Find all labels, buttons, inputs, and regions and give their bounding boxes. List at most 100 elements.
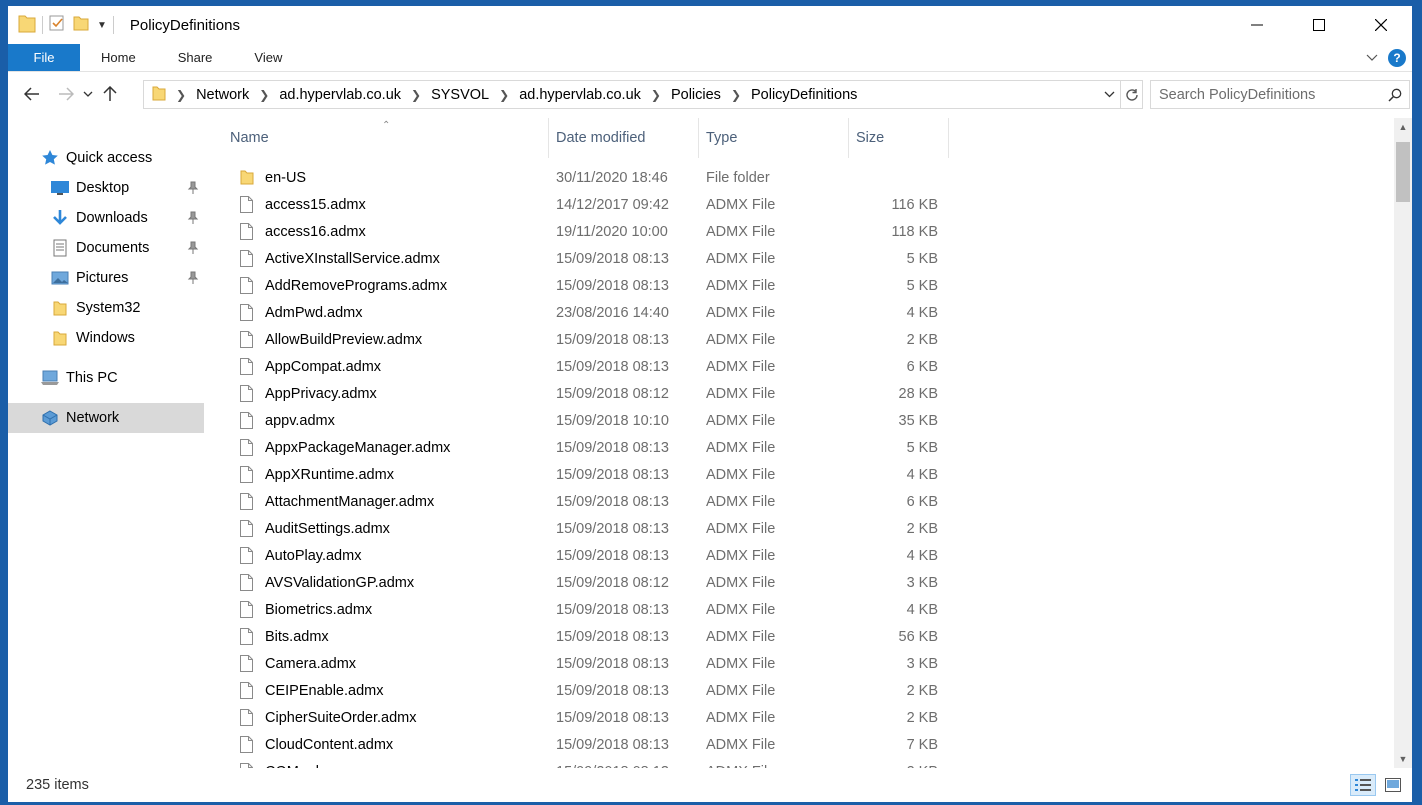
column-divider[interactable] [848, 118, 849, 158]
column-size[interactable]: Size [856, 118, 948, 158]
tab-share[interactable]: Share [157, 44, 234, 71]
table-row[interactable]: COM.admx 15/09/2018 08:13 ADMX File 2 KB [208, 758, 968, 768]
table-row[interactable]: AllowBuildPreview.admx 15/09/2018 08:13 AD… [208, 326, 968, 353]
file-size: 3 KB [906, 574, 938, 591]
table-row[interactable]: AuditSettings.admx 15/09/2018 08:13 ADMX F… [208, 515, 968, 542]
table-row[interactable]: CloudContent.admx 15/09/2018 08:13 ADMX Fi… [208, 731, 968, 758]
table-row[interactable]: AdmPwd.admx 23/08/2016 14:40 ADMX File 4 KB [208, 299, 968, 326]
expand-ribbon-icon[interactable] [1366, 50, 1378, 66]
table-row[interactable]: AppPrivacy.admx 15/09/2018 08:12 ADMX File… [208, 380, 968, 407]
table-row[interactable]: Biometrics.admx 15/09/2018 08:13 ADMX File… [208, 596, 968, 623]
details-view-button[interactable] [1350, 774, 1376, 796]
folder-icon [240, 169, 254, 189]
file-size: 4 KB [906, 547, 938, 564]
nav-item-downloads[interactable]: Downloads [8, 203, 204, 233]
file-icon [240, 223, 253, 244]
file-size: 4 KB [906, 466, 938, 483]
crumb-domain[interactable]: ad.hypervlab.co.uk [279, 87, 401, 103]
search-box[interactable] [1150, 80, 1410, 109]
scroll-down-icon[interactable]: ▼ [1394, 750, 1412, 768]
column-divider[interactable] [698, 118, 699, 158]
nav-label: Pictures [76, 270, 129, 286]
chevron-right-icon[interactable]: ❯ [499, 88, 509, 102]
chevron-right-icon[interactable]: ❯ [731, 88, 741, 102]
table-row[interactable]: CEIPEnable.admx 15/09/2018 08:13 ADMX File… [208, 677, 968, 704]
column-type[interactable]: Type [706, 118, 848, 158]
tab-file[interactable]: File [8, 44, 80, 71]
chevron-right-icon[interactable]: ❯ [259, 88, 269, 102]
forward-button[interactable] [52, 80, 80, 108]
chevron-right-icon[interactable]: ❯ [411, 88, 421, 102]
chevron-down-icon [1104, 91, 1114, 98]
address-bar[interactable]: ❯ Network ❯ ad.hypervlab.co.uk ❯ SYSVOL … [143, 80, 1143, 109]
table-row[interactable]: access16.admx 19/11/2020 10:00 ADMX File 11… [208, 218, 968, 245]
table-row[interactable]: Camera.admx 15/09/2018 08:13 ADMX File 3 KB [208, 650, 968, 677]
recent-locations-button[interactable] [80, 80, 96, 108]
pin-icon[interactable] [186, 270, 200, 286]
chevron-right-icon[interactable]: ❯ [176, 88, 186, 102]
maximize-button[interactable] [1288, 6, 1350, 44]
file-name: AdmPwd.admx [265, 304, 363, 321]
scroll-thumb[interactable] [1396, 142, 1410, 202]
large-icons-view-button[interactable] [1380, 774, 1406, 796]
close-button[interactable] [1350, 6, 1412, 44]
file-size: 118 KB [891, 223, 939, 240]
up-button[interactable] [96, 80, 124, 108]
properties-icon[interactable] [49, 14, 65, 36]
crumb-policydefinitions[interactable]: PolicyDefinitions [751, 87, 857, 103]
table-row[interactable]: AppCompat.admx 15/09/2018 08:13 ADMX File 6… [208, 353, 968, 380]
table-row[interactable]: access15.admx 14/12/2017 09:42 ADMX File 11… [208, 191, 968, 218]
table-row[interactable]: AutoPlay.admx 15/09/2018 08:13 ADMX File 4 … [208, 542, 968, 569]
table-row[interactable]: AVSValidationGP.admx 15/09/2018 08:12 ADMX… [208, 569, 968, 596]
back-button[interactable] [18, 80, 46, 108]
crumb-sysvol[interactable]: SYSVOL [431, 87, 489, 103]
table-row[interactable]: Bits.admx 15/09/2018 08:13 ADMX File 56 KB [208, 623, 968, 650]
table-row[interactable]: AddRemovePrograms.admx 15/09/2018 08:13 AD… [208, 272, 968, 299]
pin-icon[interactable] [186, 210, 200, 226]
table-row[interactable]: AppxPackageManager.admx 15/09/2018 08:13 A… [208, 434, 968, 461]
file-size: 5 KB [906, 250, 938, 267]
nav-item-desktop[interactable]: Desktop [8, 173, 204, 203]
nav-item-windows[interactable]: Windows [8, 323, 204, 353]
chevron-right-icon[interactable]: ❯ [651, 88, 661, 102]
minimize-button[interactable] [1226, 6, 1288, 44]
nav-item-documents[interactable]: Documents [8, 233, 204, 263]
crumb-policies[interactable]: Policies [671, 87, 721, 103]
file-icon [240, 385, 253, 406]
file-date: 15/09/2018 08:13 [556, 736, 669, 753]
nav-quick-access[interactable]: Quick access [8, 143, 204, 173]
table-row[interactable]: en-US 30/11/2020 18:46 File folder [208, 164, 968, 191]
nav-item-pictures[interactable]: Pictures [8, 263, 204, 293]
table-row[interactable]: CipherSuiteOrder.admx 15/09/2018 08:13 ADM… [208, 704, 968, 731]
column-date[interactable]: Date modified [556, 118, 698, 158]
file-icon [240, 196, 253, 217]
crumb-domain-2[interactable]: ad.hypervlab.co.uk [519, 87, 641, 103]
help-button[interactable]: ? [1388, 49, 1406, 67]
address-dropdown-button[interactable] [1098, 81, 1120, 108]
column-divider[interactable] [948, 118, 949, 158]
table-row[interactable]: ActiveXInstallService.admx 15/09/2018 08:… [208, 245, 968, 272]
customize-toolbar-icon[interactable]: ▼ [97, 20, 107, 31]
search-icon[interactable] [1381, 88, 1409, 102]
search-input[interactable] [1159, 86, 1381, 103]
file-type: ADMX File [706, 574, 776, 591]
table-row[interactable]: AttachmentManager.admx 15/09/2018 08:13 AD… [208, 488, 968, 515]
scroll-up-icon[interactable]: ▲ [1394, 118, 1412, 136]
nav-item-system32[interactable]: System32 [8, 293, 204, 323]
file-name: CEIPEnable.admx [265, 682, 384, 699]
new-folder-icon[interactable] [73, 14, 89, 36]
column-divider[interactable] [548, 118, 549, 158]
nav-item-this-pc[interactable]: This PC [8, 363, 204, 393]
nav-item-network[interactable]: Network [8, 403, 204, 433]
pin-icon[interactable] [186, 180, 200, 196]
pin-icon[interactable] [186, 240, 200, 256]
vertical-scrollbar[interactable]: ▲ ▼ [1394, 118, 1412, 768]
table-row[interactable]: AppXRuntime.admx 15/09/2018 08:13 ADMX Fil… [208, 461, 968, 488]
table-row[interactable]: appv.admx 15/09/2018 10:10 ADMX File 35 KB [208, 407, 968, 434]
tab-view[interactable]: View [233, 44, 303, 71]
title-bar[interactable]: ▼ PolicyDefinitions [8, 6, 1412, 44]
column-name[interactable]: Name [230, 118, 548, 158]
refresh-button[interactable] [1120, 81, 1142, 108]
tab-home[interactable]: Home [80, 44, 157, 71]
crumb-network[interactable]: Network [196, 87, 249, 103]
